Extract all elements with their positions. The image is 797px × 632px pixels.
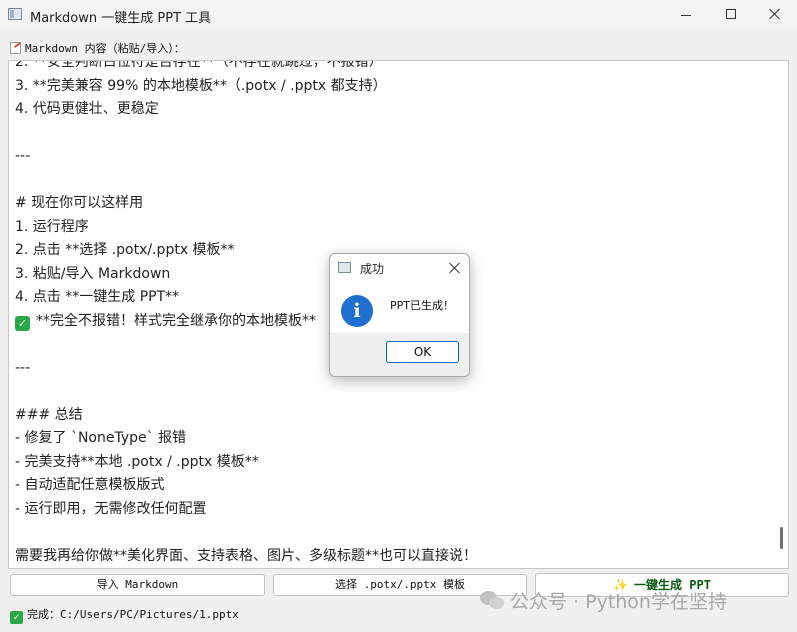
editor-line-text: 4. 点击 **一键生成 PPT** (15, 289, 180, 305)
editor-line-text: 3. 粘贴/导入 Markdown (15, 265, 171, 282)
scrollbar-thumb[interactable] (780, 527, 783, 549)
check-mark-icon: ✓ (10, 611, 23, 624)
editor-line-text: **完全不报错！样式完全继承你的本地模板** (36, 312, 316, 329)
editor-line-text: 2. **安全判断占位符是否存在**（不存在就跳过，不报错） (15, 60, 383, 70)
minimize-button[interactable] (663, 0, 709, 30)
ok-button[interactable]: OK (386, 341, 459, 363)
editor-line-text: ### 总结 (15, 406, 83, 423)
close-icon (449, 262, 461, 274)
editor-line (15, 122, 775, 146)
editor-line: - 完美支持**本地 .potx / .pptx 模板** (15, 451, 775, 475)
title-bar: Markdown 一键生成 PPT 工具 (0, 0, 797, 30)
memo-icon (10, 42, 21, 54)
status-text: 完成：C:/Users/PC/Pictures/1.pptx (27, 608, 239, 621)
editor-line: 需要我再给你做**美化界面、支持表格、图片、多级标题**也可以直接说！ (15, 545, 775, 569)
dialog-title-bar: 成功 (330, 254, 469, 281)
close-icon (769, 8, 781, 20)
editor-line-text: 2. 点击 **选择 .potx/.pptx 模板** (15, 242, 235, 258)
editor-line: 4. 代码更健壮、更稳定 (15, 98, 775, 122)
editor-line-text: 4. 代码更健壮、更稳定 (15, 101, 159, 117)
watermark: 公众号 · Python学在坚持 (480, 587, 727, 614)
dialog-footer: OK (330, 333, 469, 376)
markdown-content-label-text: Markdown 内容（粘贴/导入）： (25, 42, 185, 55)
editor-line-text: # 现在你可以这样用 (15, 195, 144, 211)
editor-line-text: - 完美支持**本地 .potx / .pptx 模板** (15, 453, 259, 470)
editor-line: - 自动适配任意模板版式 (15, 474, 775, 498)
editor-line (15, 380, 775, 404)
app-window-icon (8, 8, 22, 20)
status-bar: ✓ 完成：C:/Users/PC/Pictures/1.pptx (10, 606, 239, 624)
editor-line-text: - 自动适配任意模板版式 (15, 477, 165, 493)
editor-line: - 修复了 `NoneType` 报错 (15, 427, 775, 451)
editor-line (15, 169, 775, 193)
editor-line: 1. 运行程序 (15, 216, 775, 240)
editor-line-text: 需要我再给你做**美化界面、支持表格、图片、多级标题**也可以直接说！ (15, 547, 477, 564)
maximize-button[interactable] (709, 0, 755, 30)
wechat-icon (480, 591, 504, 611)
editor-line-text: - 运行即用，无需修改任何配置 (15, 500, 207, 517)
editor-line: --- (15, 145, 775, 169)
editor-line-text: 1. 运行程序 (15, 218, 89, 235)
dialog-message: PPT已生成！ (390, 299, 454, 312)
dialog-close-button[interactable] (447, 260, 463, 276)
editor-line: 3. **完美兼容 99% 的本地模板**（.potx / .pptx 都支持） (15, 75, 775, 99)
success-dialog: 成功 i PPT已生成！ OK (329, 253, 470, 377)
import-markdown-button[interactable]: 导入 Markdown (10, 574, 265, 596)
dialog-title: 成功 (360, 262, 385, 276)
info-icon: i (341, 295, 373, 327)
dialog-app-icon (338, 262, 351, 273)
editor-line: 2. **安全判断占位符是否存在**（不存在就跳过，不报错） (15, 60, 775, 75)
window-title: Markdown 一键生成 PPT 工具 (30, 11, 212, 26)
editor-line-text: --- (15, 359, 31, 376)
close-button[interactable] (751, 0, 797, 30)
check-mark-icon: ✓ (15, 315, 30, 331)
editor-line: - 运行即用，无需修改任何配置 (15, 498, 775, 522)
editor-line (15, 521, 775, 545)
editor-line: # 现在你可以这样用 (15, 192, 775, 216)
editor-scrollbar[interactable] (776, 61, 788, 568)
editor-line-text: 3. **完美兼容 99% 的本地模板**（.potx / .pptx 都支持） (15, 77, 387, 94)
editor-line-text: - 修复了 `NoneType` 报错 (15, 430, 187, 446)
editor-line: ### 总结 (15, 404, 775, 428)
watermark-text: 公众号 · Python学在坚持 (510, 591, 727, 613)
editor-line-text: --- (15, 148, 31, 164)
markdown-content-label: Markdown 内容（粘贴/导入）： (10, 40, 185, 56)
